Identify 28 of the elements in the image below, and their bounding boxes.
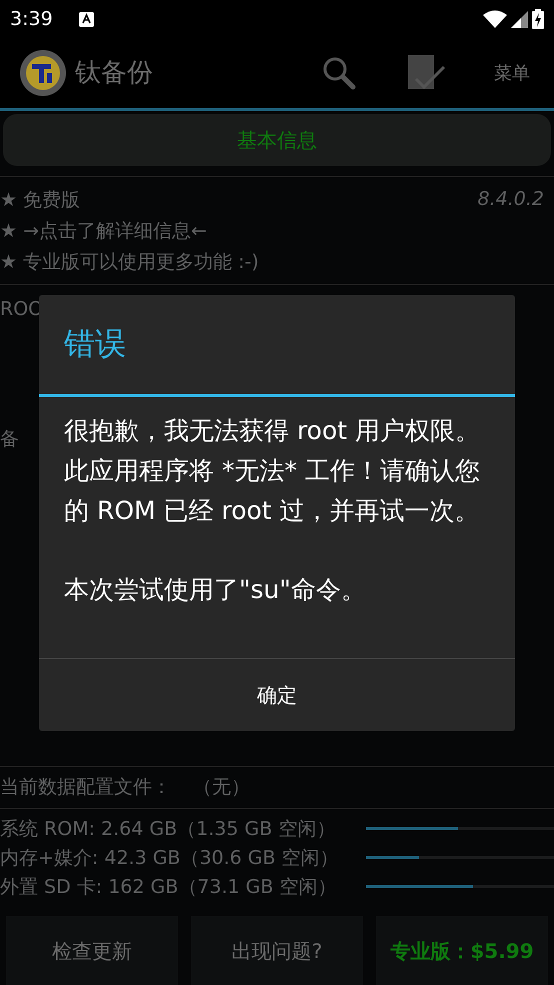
checklist-icon[interactable]	[408, 55, 446, 91]
footer-button[interactable]: 检查更新	[6, 916, 178, 985]
menu-button[interactable]: 菜单	[494, 60, 530, 86]
battery-charging-icon	[532, 9, 544, 29]
dialog-title: 错误	[63, 325, 127, 364]
dialog-message: 很抱歉，我无法获得 root 用户权限。此应用程序将 *无法* 工作！请确认您的 ROM 已经 root 过，并再试一次。	[63, 415, 482, 527]
info-line: ★ 免费版	[0, 188, 82, 213]
app-logo-icon	[19, 49, 67, 97]
info-line: ★ 专业版可以使用更多功能 :-)	[0, 250, 260, 275]
footer-button[interactable]: 专业版：$5.99	[376, 916, 548, 985]
keyboard-notification-icon	[78, 12, 94, 26]
storage-text: 内存+媒介: 42.3 GB（30.6 GB 空闲）	[0, 846, 340, 871]
info-line[interactable]: ★ →点击了解详细信息←	[0, 216, 478, 247]
storage-text: 外置 SD 卡: 162 GB（73.1 GB 空闲）	[0, 875, 338, 900]
app-title: 钛备份	[75, 56, 153, 90]
profile-label: 当前数据配置文件：	[0, 775, 171, 800]
backdrop-text: 备	[0, 427, 19, 452]
storage-text: 系统 ROM: 2.64 GB（1.35 GB 空闲）	[0, 817, 336, 842]
ok-button[interactable]: 确定	[39, 659, 515, 731]
search-icon[interactable]	[322, 56, 356, 90]
status-time: 3:39	[10, 6, 53, 32]
signal-icon	[511, 10, 528, 28]
dialog-note: 本次尝试使用了"su"命令。	[63, 574, 367, 606]
version-text: 8.4.0.2	[478, 187, 545, 212]
footer-button[interactable]: 出现问题?	[191, 916, 363, 985]
tab[interactable]: 基本信息	[3, 114, 551, 166]
wifi-icon	[483, 10, 507, 28]
profile-value: （无）	[193, 775, 250, 800]
